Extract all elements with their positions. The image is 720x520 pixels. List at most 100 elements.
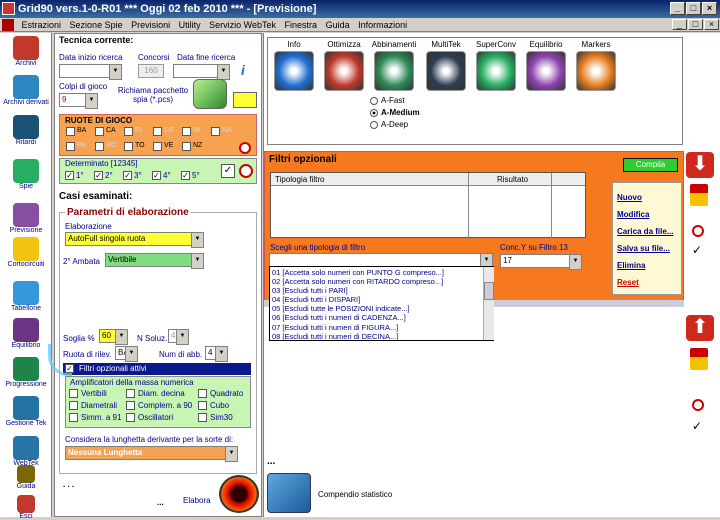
menu-informazioni[interactable]: Informazioni	[355, 18, 410, 32]
flame-icon[interactable]	[324, 51, 364, 91]
confirm-check-button[interactable]: ✓	[221, 164, 235, 178]
numabb-select[interactable]: 4	[205, 346, 228, 362]
soglia-select[interactable]: 60	[99, 329, 128, 345]
data-fine-select[interactable]	[173, 64, 230, 80]
flashlight-icon[interactable]	[193, 79, 227, 109]
ruota-checkbox-ro[interactable]	[95, 142, 104, 151]
lunghetta-select[interactable]: Nessuna Lunghetta	[65, 446, 238, 462]
toolbar-tabellone[interactable]: Tabellone	[0, 281, 52, 312]
stop-icon[interactable]	[692, 225, 704, 237]
ruota-checkbox-ca[interactable]	[95, 127, 104, 136]
recycle-icon[interactable]	[476, 51, 516, 91]
check-icon[interactable]: ✓	[692, 243, 702, 257]
clear-ruote-icon[interactable]	[239, 142, 251, 154]
ambata-select[interactable]: Vertibile	[105, 253, 204, 269]
dropdown-scrollbar[interactable]	[483, 267, 494, 340]
menu-previsioni[interactable]: Previsioni	[128, 18, 173, 32]
toolbar-webtek[interactable]: WebTek	[0, 436, 52, 467]
col-risultato[interactable]: Risultato	[497, 175, 528, 184]
toolbar-previsione[interactable]: Previsione	[0, 203, 52, 234]
toolbar-spie[interactable]: Spie	[0, 159, 52, 190]
ruota-checkbox-to[interactable]	[124, 142, 133, 151]
compila-button[interactable]: Compila	[623, 158, 678, 172]
maximize-button[interactable]: □	[686, 2, 701, 15]
question-icon[interactable]	[274, 51, 314, 91]
clear-determinato-icon[interactable]	[239, 164, 253, 178]
nsoluz-select[interactable]: 4	[168, 329, 189, 345]
ruota-checkbox-pa[interactable]	[66, 142, 75, 151]
data-inizio-select[interactable]	[59, 64, 122, 80]
toolbar-archivi[interactable]: Archivi	[0, 36, 52, 67]
concorsi-field[interactable]: 160	[138, 64, 164, 78]
ruota-checkbox-fi[interactable]	[124, 127, 133, 136]
colpi-select[interactable]: 9	[59, 93, 98, 109]
amplif-checkbox-2[interactable]	[126, 389, 135, 398]
determinato-checkbox-2[interactable]: ✓	[94, 171, 103, 180]
bucket2-icon[interactable]	[690, 348, 708, 370]
amplif-checkbox-8[interactable]	[126, 413, 135, 422]
ruota-checkbox-ge[interactable]	[153, 127, 162, 136]
filter-option[interactable]: 06 [Escludi tutti i numeri di CADENZA...…	[270, 313, 482, 322]
filter-option[interactable]: 05 [Escludi tutte le POSIZIONI indicate.…	[270, 304, 482, 313]
filter-option[interactable]: 07 [Escludi tutti i numeri di FIGURA...]	[270, 323, 482, 332]
dropdown-scroll-thumb[interactable]	[484, 282, 494, 300]
color-swatch[interactable]	[233, 92, 257, 108]
ruota-checkbox-ve[interactable]	[153, 142, 162, 151]
determinato-checkbox-4[interactable]: ✓	[152, 171, 161, 180]
amplif-checkbox-1[interactable]	[69, 389, 78, 398]
fan-icon[interactable]	[576, 51, 616, 91]
arrow-down-icon[interactable]: ⬇	[686, 152, 714, 178]
menu-utility[interactable]: Utility	[176, 18, 204, 32]
toolbar-cortocircuiti[interactable]: Cortocircuiti	[0, 237, 52, 268]
ruota-checkbox-na[interactable]	[211, 127, 220, 136]
determinato-checkbox-1[interactable]: ✓	[65, 171, 74, 180]
filter-option[interactable]: 01 [Accetta solo numeri con PUNTO G comp…	[270, 268, 482, 277]
filter-option[interactable]: 03 [Escludi tutti i PARI]	[270, 286, 482, 295]
mdi-close-button[interactable]: ×	[704, 19, 719, 30]
action-link-modifica[interactable]: Modifica	[617, 210, 649, 219]
mode-radio-1[interactable]	[370, 97, 378, 105]
info-icon[interactable]: i	[241, 62, 253, 78]
compendio-icon[interactable]	[267, 473, 311, 513]
action-link-elimina[interactable]: Elimina	[617, 261, 645, 270]
gear-icon[interactable]	[374, 51, 414, 91]
elabora-button[interactable]	[219, 475, 259, 513]
rilev-select[interactable]: BA	[115, 346, 138, 362]
determinato-checkbox-5[interactable]: ✓	[181, 171, 190, 180]
menu-finestra[interactable]: Finestra	[282, 18, 321, 32]
toolbar-guida[interactable]: Guida	[0, 465, 52, 490]
ruota-checkbox-nz[interactable]	[182, 142, 191, 151]
close-button[interactable]: ×	[702, 2, 717, 15]
check2-icon[interactable]: ✓	[692, 419, 702, 433]
action-link-nuovo[interactable]: Nuovo	[617, 193, 642, 202]
toolbar-equilibrio[interactable]: Equilibrio	[0, 318, 52, 349]
conc-select[interactable]: 17	[500, 254, 582, 270]
filter-option[interactable]: 08 [Escludi tutti i numeri di DECINA...]	[270, 332, 482, 341]
menu-guida[interactable]: Guida	[323, 18, 353, 32]
amplif-checkbox-5[interactable]	[126, 401, 135, 410]
mode-radio-2[interactable]	[370, 109, 378, 117]
ruota-checkbox-ba[interactable]	[66, 127, 75, 136]
col-tipologia[interactable]: Tipologia filtro	[275, 175, 325, 184]
amplif-checkbox-9[interactable]	[198, 413, 207, 422]
menu-sezione-spie[interactable]: Sezione Spie	[67, 18, 126, 32]
action-link-reset[interactable]: Reset	[617, 278, 639, 287]
toolbar-ritardi[interactable]: Ritardi	[0, 115, 52, 146]
toolbar-progressione[interactable]: Progressione	[0, 357, 52, 388]
filter-option[interactable]: 02 [Accetta solo numeri con RITARDO comp…	[270, 277, 482, 286]
arrow-up-icon[interactable]: ⬆	[686, 315, 714, 341]
toolbar-archivi-derivati[interactable]: Archivi derivati	[0, 75, 52, 106]
amplif-checkbox-7[interactable]	[69, 413, 78, 422]
amplif-checkbox-6[interactable]	[198, 401, 207, 410]
s-curve-icon[interactable]	[426, 51, 466, 91]
toolbar-gestione-tek[interactable]: Gestione Tek	[0, 396, 52, 427]
amplif-checkbox-3[interactable]	[198, 389, 207, 398]
bucket-icon[interactable]	[690, 184, 708, 206]
elaborazione-select[interactable]: AutoFull singola ruota	[65, 232, 204, 248]
minimize-button[interactable]: _	[670, 2, 685, 15]
menu-estrazioni[interactable]: Estrazioni	[19, 18, 65, 32]
filtri-attivi-row[interactable]: ✓ Filtri opzionali attivi	[63, 363, 251, 375]
filter-option[interactable]: 04 [Escludi tutti i DISPARI]	[270, 295, 482, 304]
mode-radio-3[interactable]	[370, 121, 378, 129]
tipologia-select[interactable]	[269, 253, 493, 269]
